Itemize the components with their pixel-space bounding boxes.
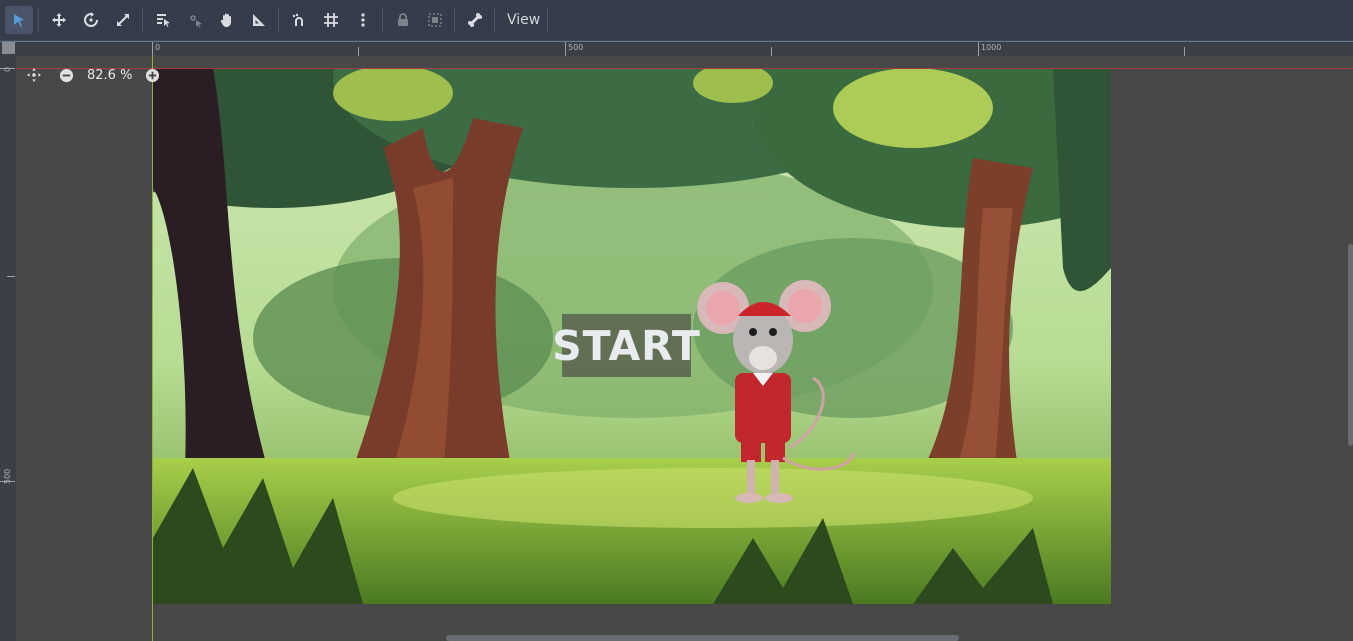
origin-guide-horizontal — [16, 68, 1353, 69]
start-button[interactable]: START — [552, 314, 700, 377]
zoom-out-button[interactable] — [58, 67, 74, 83]
lock-icon — [398, 13, 408, 26]
snap-options-button[interactable] — [349, 6, 377, 34]
zoom-level[interactable]: 82.6 % — [87, 68, 132, 83]
editor-toolbar: View — [0, 0, 1353, 40]
list-select-icon — [157, 14, 170, 27]
move-arrows-icon — [52, 13, 66, 27]
group-icon — [428, 13, 442, 27]
zoom-in-button[interactable] — [144, 67, 160, 83]
lock-button[interactable] — [389, 6, 417, 34]
grid-snap-button[interactable] — [317, 6, 345, 34]
origin-guide-vertical — [152, 56, 153, 641]
horizontal-scrollbar[interactable] — [446, 635, 959, 641]
rotate-icon — [84, 12, 98, 27]
snap-icon — [292, 13, 303, 26]
move-mode-button[interactable] — [45, 6, 73, 34]
ruler-left-label-0: 0 — [3, 66, 12, 72]
scale-icon — [117, 14, 129, 26]
center-view-button[interactable] — [26, 67, 42, 83]
grid-icon — [324, 13, 338, 27]
scene-background: START — [153, 68, 1111, 604]
ruler-label-500: 500 — [568, 43, 584, 52]
pan-mode-button[interactable] — [213, 6, 241, 34]
canvas-viewport[interactable]: START — [16, 56, 1353, 641]
ruler-icon — [253, 14, 265, 26]
scale-mode-button[interactable] — [109, 6, 137, 34]
vertical-scrollbar[interactable] — [1348, 244, 1353, 446]
group-button[interactable] — [421, 6, 449, 34]
ruler-corner — [2, 42, 15, 54]
plus-circle-icon — [145, 68, 159, 82]
ruler-left-label-500: 500 — [3, 468, 12, 484]
view-menu[interactable]: View — [501, 0, 546, 40]
pivot-icon — [190, 15, 202, 28]
zoom-controls: 82.6 % — [26, 66, 160, 84]
select-mode-button[interactable] — [5, 6, 33, 34]
list-select-button[interactable] — [149, 6, 177, 34]
top-ruler[interactable]: 0 500 1000 — [0, 41, 1353, 56]
smart-snap-button[interactable] — [285, 6, 313, 34]
bone-icon — [468, 13, 482, 27]
skeleton-button[interactable] — [461, 6, 489, 34]
minus-circle-icon — [59, 68, 73, 82]
center-view-icon — [27, 68, 41, 82]
arrow-pointer-icon — [14, 14, 24, 27]
left-ruler[interactable]: 0 500 — [0, 56, 16, 641]
hand-icon — [220, 13, 231, 27]
ruler-mode-button[interactable] — [245, 6, 273, 34]
pivot-mode-button[interactable] — [181, 6, 209, 34]
ruler-label-1000: 1000 — [981, 43, 1002, 52]
kebab-icon — [361, 13, 365, 27]
ruler-label-0: 0 — [155, 43, 161, 52]
rotate-mode-button[interactable] — [77, 6, 105, 34]
